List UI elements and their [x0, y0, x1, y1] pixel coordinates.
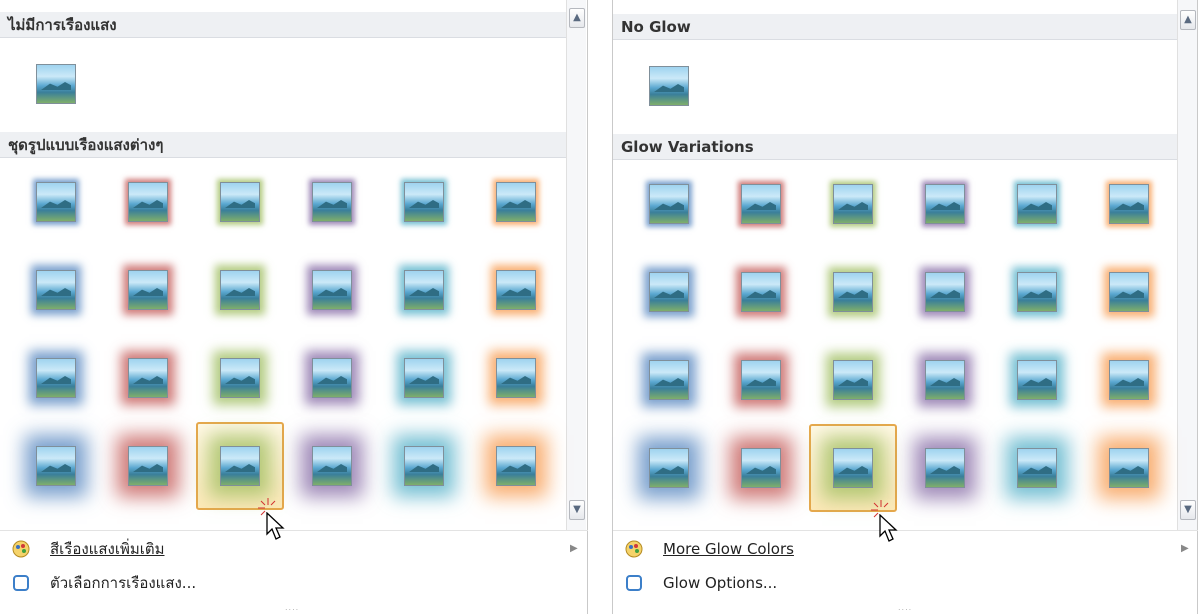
glow-variation-4-3[interactable] — [833, 448, 873, 488]
glow-variation-1-6[interactable] — [496, 182, 536, 222]
glow-variation-3-4[interactable] — [925, 360, 965, 400]
resize-grip[interactable]: .... — [898, 603, 912, 612]
glow-variation-4-5[interactable] — [404, 446, 444, 486]
glow-variation-2-1[interactable] — [649, 272, 689, 312]
glow-variation-1-2[interactable] — [741, 184, 781, 224]
glow-variation-1-4[interactable] — [312, 182, 352, 222]
glow-variation-1-4[interactable] — [925, 184, 965, 224]
glow-variation-2-3[interactable] — [220, 270, 260, 310]
submenu-arrow-icon: ▶ — [570, 543, 578, 554]
glow-variation-4-1[interactable] — [649, 448, 689, 488]
glow-variation-3-1[interactable] — [649, 360, 689, 400]
scroll-up-arrow-icon[interactable]: ▲ — [1180, 10, 1196, 30]
glow-variation-4-6[interactable] — [1109, 448, 1149, 488]
glow-variation-3-3[interactable] — [220, 358, 260, 398]
glow-variation-2-6[interactable] — [496, 270, 536, 310]
submenu-arrow-icon: ▶ — [1181, 543, 1189, 554]
glow-variation-4-1[interactable] — [36, 446, 76, 486]
glow-variation-2-1[interactable] — [36, 270, 76, 310]
scroll-up-arrow-icon[interactable]: ▲ — [569, 8, 585, 28]
glow-variation-3-4[interactable] — [312, 358, 352, 398]
glow-variation-2-3[interactable] — [833, 272, 873, 312]
glow-variation-1-3[interactable] — [833, 184, 873, 224]
glow-variation-4-2[interactable] — [128, 446, 168, 486]
more-glow-colors-label: More Glow Colors — [663, 540, 794, 558]
no-glow-header: No Glow — [613, 14, 1177, 40]
glow-options-item[interactable]: ตัวเลือกการเรืองแสง... — [0, 568, 588, 598]
glow-variation-3-2[interactable] — [741, 360, 781, 400]
no-glow-thumbnail[interactable] — [649, 66, 689, 106]
glow-options-item[interactable]: Glow Options... — [613, 568, 1198, 598]
glow-options-icon — [12, 574, 30, 592]
glow-variation-2-4[interactable] — [925, 272, 965, 312]
glow-variation-4-4[interactable] — [312, 446, 352, 486]
glow-options-icon — [625, 574, 643, 592]
palette-icon — [625, 540, 643, 558]
more-glow-colors-item[interactable]: สีเรืองแสงเพิ่มเติม — [0, 534, 588, 564]
glow-options-label: ตัวเลือกการเรืองแสง... — [50, 574, 197, 592]
glow-variation-1-1[interactable] — [36, 182, 76, 222]
glow-variation-3-3[interactable] — [833, 360, 873, 400]
glow-variation-1-1[interactable] — [649, 184, 689, 224]
glow-gallery-english: No Glow Glow Variations ▲ ▼ More Glow Co… — [612, 0, 1198, 614]
glow-variation-4-4[interactable] — [925, 448, 965, 488]
no-glow-thumbnail[interactable] — [36, 64, 76, 104]
glow-variation-3-6[interactable] — [496, 358, 536, 398]
mouse-pointer-icon — [879, 513, 901, 548]
glow-variations-header: Glow Variations — [613, 134, 1177, 160]
glow-variation-1-5[interactable] — [1017, 184, 1057, 224]
glow-variation-4-6[interactable] — [496, 446, 536, 486]
glow-variation-4-2[interactable] — [741, 448, 781, 488]
glow-variation-1-3[interactable] — [220, 182, 260, 222]
glow-variation-3-1[interactable] — [36, 358, 76, 398]
more-glow-colors-item[interactable]: More Glow Colors — [613, 534, 1198, 564]
glow-variation-2-5[interactable] — [1017, 272, 1057, 312]
glow-variation-1-2[interactable] — [128, 182, 168, 222]
glow-variation-1-6[interactable] — [1109, 184, 1149, 224]
glow-variation-1-5[interactable] — [404, 182, 444, 222]
gallery-scrollbar[interactable]: ▲ ▼ — [566, 0, 586, 530]
no-glow-header: ไม่มีการเรืองแสง — [0, 12, 566, 38]
glow-variation-2-4[interactable] — [312, 270, 352, 310]
glow-options-label: Glow Options... — [663, 574, 778, 592]
mouse-pointer-icon — [266, 511, 288, 546]
glow-variation-2-6[interactable] — [1109, 272, 1149, 312]
scroll-down-arrow-icon[interactable]: ▼ — [1180, 500, 1196, 520]
glow-gallery-thai: ไม่มีการเรืองแสง ชุดรูปแบบเรืองแสงต่างๆ … — [0, 0, 588, 614]
gallery-scrollbar[interactable]: ▲ ▼ — [1177, 0, 1197, 530]
resize-grip[interactable]: .... — [285, 603, 299, 612]
palette-icon — [12, 540, 30, 558]
glow-variation-3-5[interactable] — [404, 358, 444, 398]
glow-variation-3-6[interactable] — [1109, 360, 1149, 400]
glow-variation-2-5[interactable] — [404, 270, 444, 310]
glow-variation-4-3[interactable] — [220, 446, 260, 486]
glow-variation-3-5[interactable] — [1017, 360, 1057, 400]
more-glow-colors-label: สีเรืองแสงเพิ่มเติม — [50, 540, 165, 558]
glow-variation-2-2[interactable] — [128, 270, 168, 310]
glow-variation-4-5[interactable] — [1017, 448, 1057, 488]
glow-variation-3-2[interactable] — [128, 358, 168, 398]
glow-variation-2-2[interactable] — [741, 272, 781, 312]
glow-variations-header: ชุดรูปแบบเรืองแสงต่างๆ — [0, 132, 566, 158]
scroll-down-arrow-icon[interactable]: ▼ — [569, 500, 585, 520]
